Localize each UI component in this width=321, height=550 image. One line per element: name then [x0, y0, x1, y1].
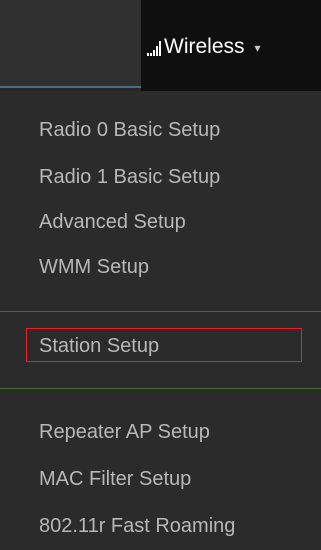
- menu-item-repeater-ap-setup[interactable]: Repeater AP Setup: [39, 414, 210, 450]
- menu-item-radio-1-basic-setup[interactable]: Radio 1 Basic Setup: [39, 159, 220, 195]
- wireless-menu-label: Wireless: [164, 35, 245, 58]
- menu-item-advanced-setup[interactable]: Advanced Setup: [39, 204, 186, 240]
- menu-item-radio-0-basic-setup[interactable]: Radio 0 Basic Setup: [39, 112, 220, 148]
- menu-divider: [0, 311, 321, 312]
- caret-down-icon: ▾: [254, 41, 261, 55]
- top-navbar: Wireless ▾: [0, 0, 321, 91]
- signal-bars-icon: [147, 39, 161, 56]
- menu-item-mac-filter-setup[interactable]: MAC Filter Setup: [39, 461, 191, 497]
- menu-item-wmm-setup[interactable]: WMM Setup: [39, 249, 149, 285]
- station-setup-highlight: [26, 328, 302, 362]
- menu-divider: [0, 388, 321, 389]
- menu-item-802-11r-fast-roaming[interactable]: 802.11r Fast Roaming: [39, 508, 235, 544]
- navbar-left-section: [0, 0, 141, 88]
- wireless-menu-toggle[interactable]: Wireless ▾: [147, 30, 261, 64]
- wireless-dropdown-menu: Radio 0 Basic Setup Radio 1 Basic Setup …: [0, 91, 321, 550]
